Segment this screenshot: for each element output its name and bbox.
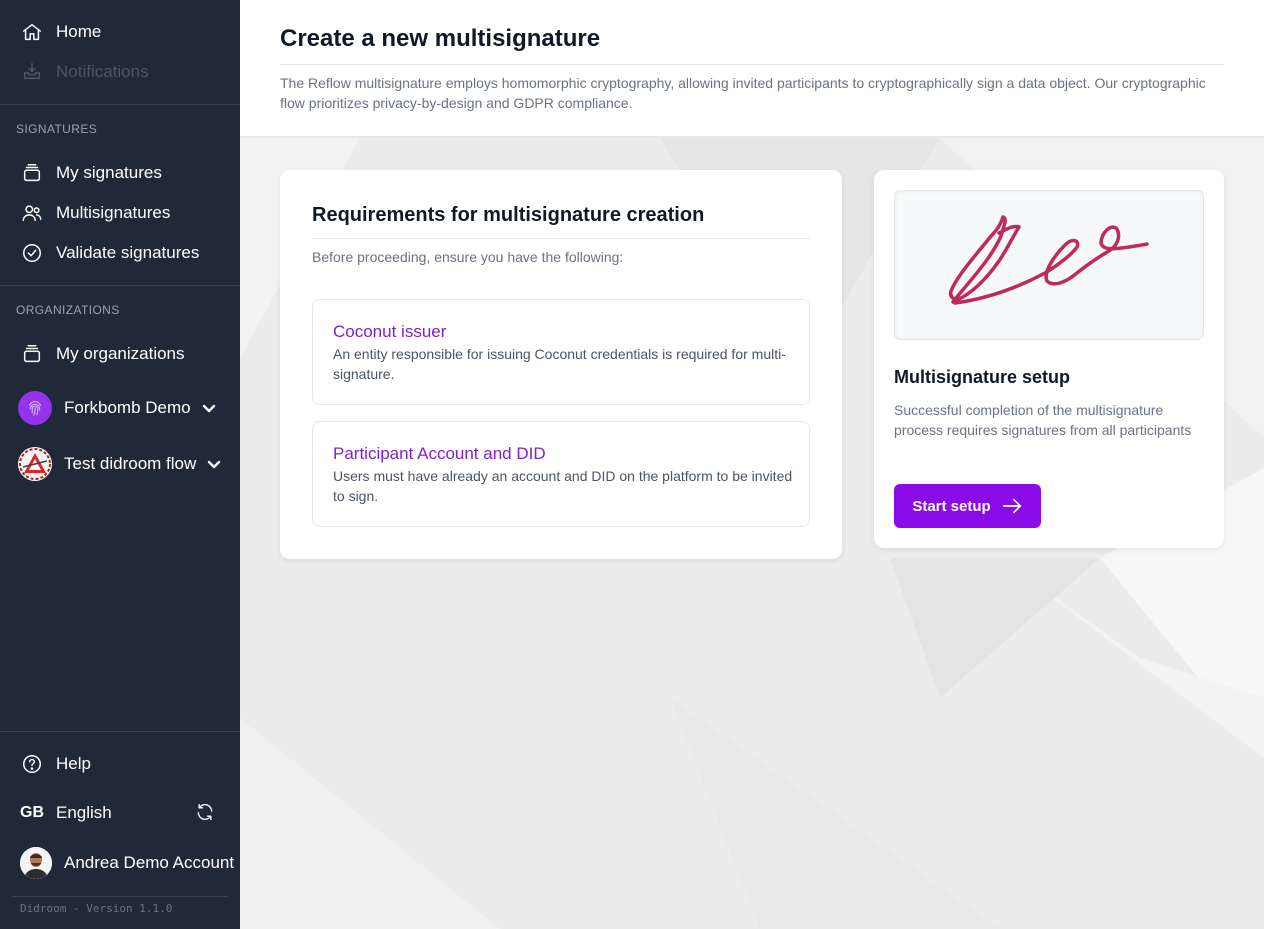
sidebar-divider (0, 285, 240, 286)
requirement-title: Coconut issuer (333, 322, 447, 341)
signature-illustration (894, 190, 1204, 340)
nav-help-label: Help (56, 754, 91, 773)
language-label: English (56, 803, 112, 822)
page-description: The Reflow multisignature employs homomo… (280, 75, 1206, 111)
refresh-icon[interactable] (195, 802, 217, 824)
nav-validate-signatures[interactable]: Validate signatures (20, 241, 199, 265)
version-label: Didroom - Version 1.1.0 (20, 902, 173, 915)
nav-multisignatures[interactable]: Multisignatures (20, 201, 170, 225)
sidebar-divider (12, 896, 228, 897)
requirement-item: Participant Account and DID Users must h… (312, 421, 810, 527)
requirements-divider (312, 238, 810, 239)
users-icon (20, 201, 44, 225)
nav-notifications[interactable]: Notifications (20, 60, 149, 84)
nav-validate-signatures-label: Validate signatures (56, 243, 200, 262)
nav-my-organizations-label: My organizations (56, 344, 185, 363)
sidebar-divider (0, 731, 240, 732)
inbox-download-icon (20, 60, 44, 84)
language-selector[interactable]: GB English (20, 801, 112, 825)
org-item-test-didroom-flow[interactable]: Test didroom flow (18, 447, 222, 481)
sidebar-divider (0, 104, 240, 105)
setup-description: Successful completion of the multisignat… (894, 402, 1192, 438)
nav-my-signatures-label: My signatures (56, 163, 162, 182)
home-icon (20, 20, 44, 44)
requirement-title: Participant Account and DID (333, 444, 546, 463)
help-circle-icon (20, 752, 44, 776)
header-divider (280, 64, 1224, 65)
requirement-description: Users must have already an account and D… (333, 468, 793, 504)
org-item-forkbomb-demo[interactable]: Forkbomb Demo (18, 391, 217, 425)
page-title: Create a new multisignature (280, 25, 601, 52)
nav-my-organizations[interactable]: My organizations (20, 342, 185, 366)
chevron-down-icon[interactable] (206, 456, 222, 472)
sidebar: Home Notifications SIGNATURES My signatu… (0, 0, 240, 929)
stack-icon (20, 161, 44, 185)
start-setup-button[interactable]: Start setup (894, 484, 1041, 528)
nav-home[interactable]: Home (20, 20, 101, 44)
section-label-organizations: ORGANIZATIONS (16, 303, 120, 317)
org-name: Forkbomb Demo (64, 398, 191, 417)
org-logo-icon (18, 447, 52, 481)
avatar (20, 847, 52, 879)
nav-my-signatures[interactable]: My signatures (20, 161, 162, 185)
section-label-signatures: SIGNATURES (16, 122, 98, 136)
org-name: Test didroom flow (64, 454, 197, 473)
stack-icon (20, 342, 44, 366)
user-name: Andrea Demo Account (64, 853, 235, 872)
user-account[interactable]: Andrea Demo Account (20, 847, 234, 879)
fingerprint-icon (18, 391, 52, 425)
requirements-card: Requirements for multisignature creation… (280, 170, 842, 559)
setup-title: Multisignature setup (894, 367, 1071, 387)
language-code: GB (20, 804, 44, 821)
start-setup-label: Start setup (912, 497, 991, 515)
check-circle-icon (20, 241, 44, 265)
chevron-down-icon[interactable] (201, 400, 217, 416)
setup-card: Multisignature setup Successful completi… (874, 170, 1224, 548)
requirement-description: An entity responsible for issuing Coconu… (333, 346, 786, 382)
nav-home-label: Home (56, 22, 102, 41)
requirements-title: Requirements for multisignature creation (312, 204, 705, 226)
requirements-subtitle: Before proceeding, ensure you have the f… (312, 249, 624, 265)
requirement-item: Coconut issuer An entity responsible for… (312, 299, 810, 405)
signature-drawing (948, 215, 1149, 305)
nav-multisignatures-label: Multisignatures (56, 203, 171, 222)
nav-help[interactable]: Help (20, 752, 91, 776)
arrow-right-icon (1002, 498, 1021, 514)
page-header: Create a new multisignature The Reflow m… (240, 0, 1264, 137)
nav-notifications-label: Notifications (56, 62, 149, 81)
